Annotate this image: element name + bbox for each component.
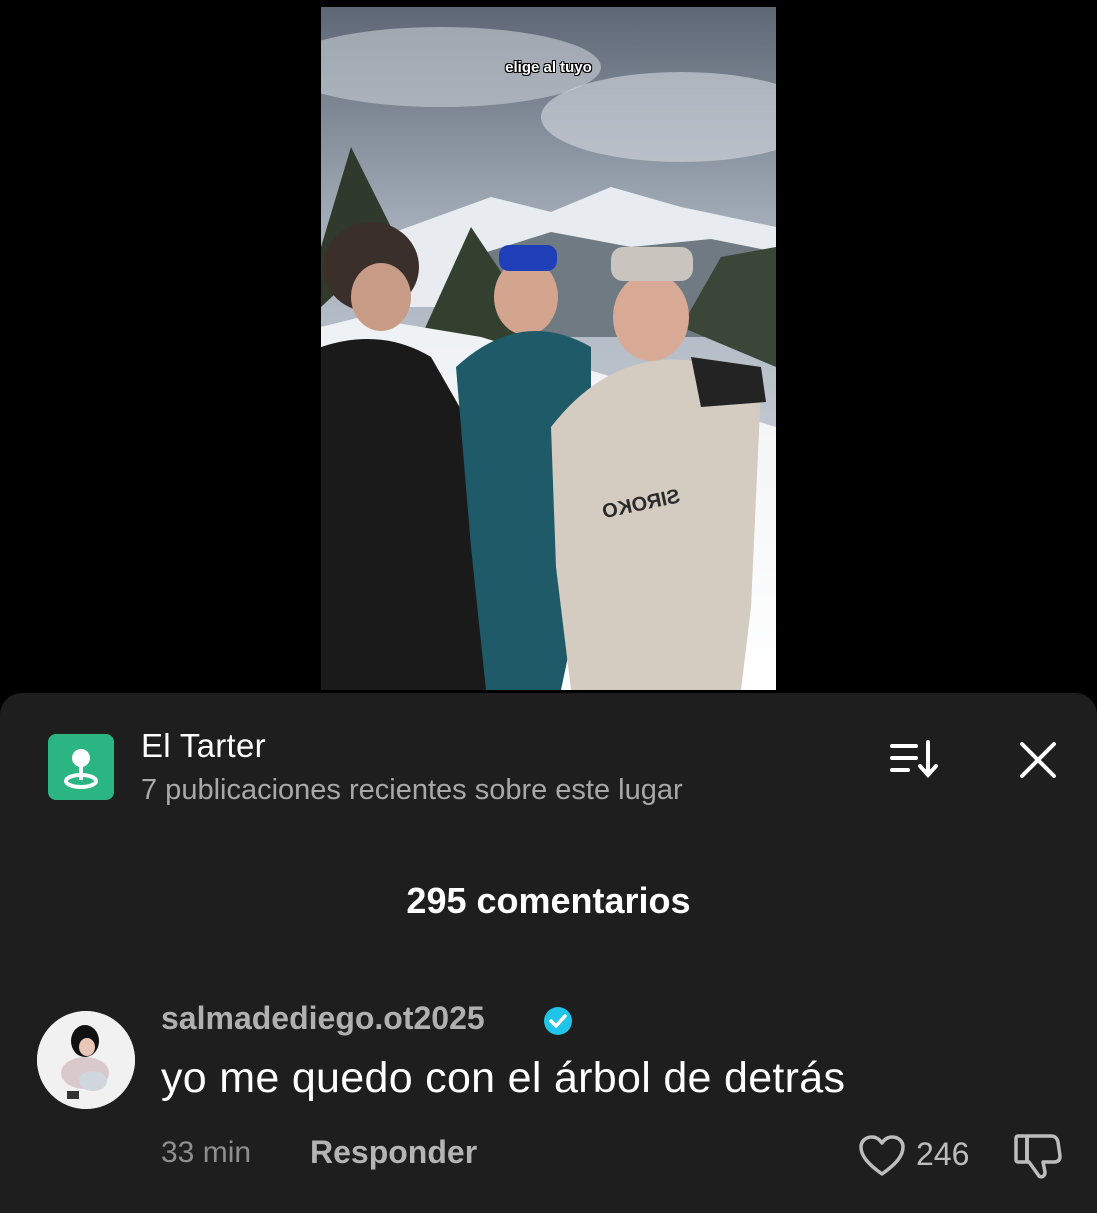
comment-time: 33 min [161, 1136, 252, 1169]
comment-username[interactable]: salmadediego.ot2025 [161, 1000, 485, 1037]
place-name[interactable]: El Tarter [141, 727, 266, 765]
place-subtitle[interactable]: 7 publicaciones recientes sobre este lug… [141, 774, 683, 807]
avatar[interactable] [37, 1011, 135, 1109]
video-frame: SIROKO [321, 7, 776, 690]
close-icon[interactable] [1014, 736, 1062, 784]
like-count: 246 [916, 1136, 970, 1172]
video-player[interactable]: SIROKO elige al tuyo [321, 7, 776, 690]
reply-button[interactable]: Responder [310, 1134, 477, 1171]
comment-text: yo me quedo con el árbol de detrás [161, 1054, 846, 1102]
dislike-icon[interactable] [1013, 1132, 1063, 1180]
comments-count: 295 comentarios [406, 880, 691, 921]
verified-badge-icon [543, 1006, 573, 1036]
sort-icon[interactable] [886, 736, 942, 784]
location-pin-icon[interactable] [48, 734, 114, 800]
heart-icon[interactable] [858, 1134, 906, 1178]
video-caption: elige al tuyo [505, 59, 592, 76]
